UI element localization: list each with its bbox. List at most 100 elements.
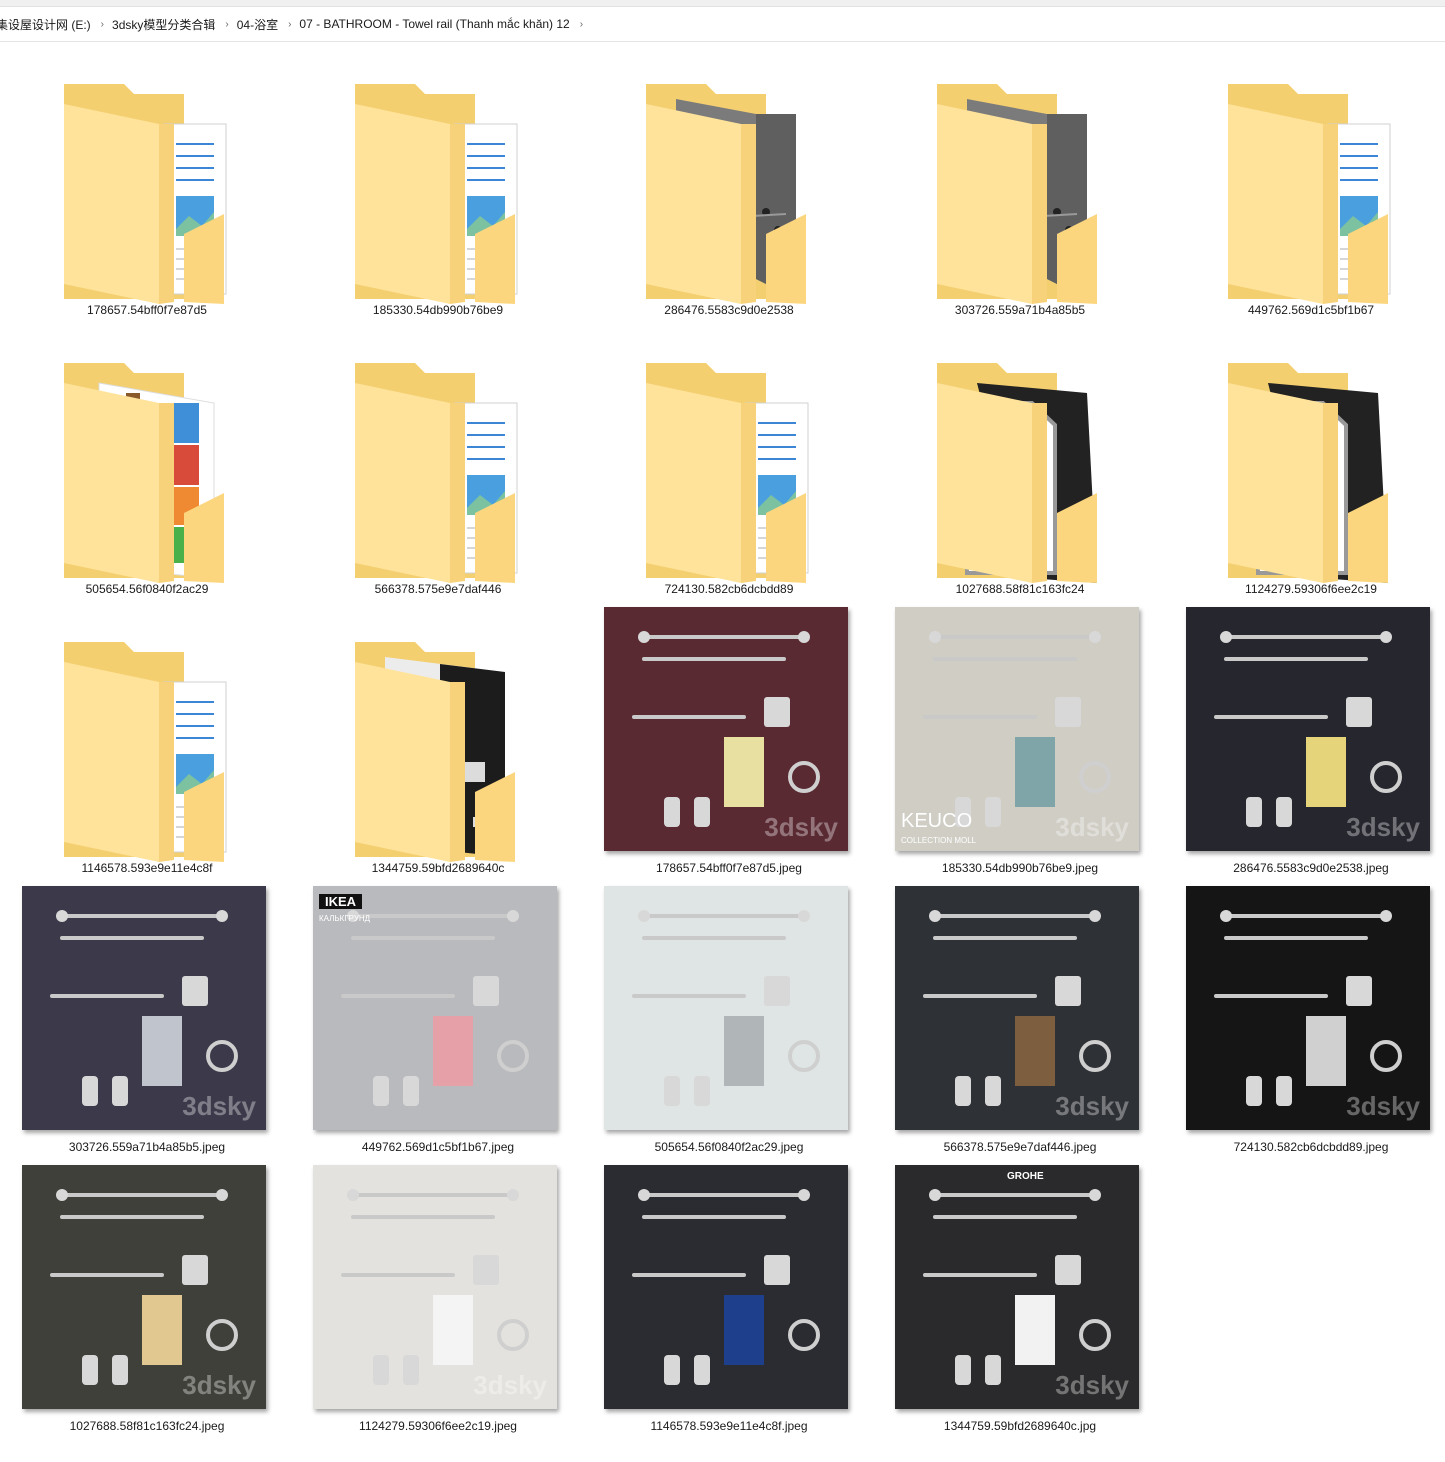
- image-thumbnail[interactable]: [584, 1160, 874, 1415]
- image-file-item[interactable]: 3dsky 178657.54bff0f7e87d5.jpeg: [584, 602, 874, 881]
- folder-icon[interactable]: [1166, 323, 1445, 583]
- thumbnail-photo: 3dsky: [1186, 886, 1430, 1130]
- folder-item[interactable]: 185330.54db990b76be9: [293, 44, 583, 323]
- chevron-right-icon[interactable]: ›: [284, 19, 299, 30]
- folder-icon[interactable]: [1166, 44, 1445, 304]
- image-file-item[interactable]: 3dsky 1027688.58f81c163fc24.jpeg: [2, 1160, 292, 1439]
- file-name-label[interactable]: 505654.56f0840f2ac29: [2, 581, 292, 597]
- folder-item[interactable]: 1344759.59bfd2689640c: [293, 602, 583, 881]
- file-name-label[interactable]: 1344759.59bfd2689640c: [293, 860, 583, 876]
- folder-item[interactable]: 566378.575e9e7daf446: [293, 323, 583, 602]
- folder-preview-archive: [64, 363, 234, 588]
- image-file-item[interactable]: 3dsky 724130.582cb6dcbdd89.jpeg: [1166, 881, 1445, 1160]
- image-file-item[interactable]: IKEA КАЛЬКГРУНД 449762.569d1c5bf1b67.jpeg: [293, 881, 583, 1160]
- folder-item[interactable]: 1124279.59306f6ee2c19: [1166, 323, 1445, 602]
- image-file-item[interactable]: 3dsky 566378.575e9e7daf446.jpeg: [875, 881, 1165, 1160]
- folder-icon[interactable]: [2, 323, 292, 583]
- thumbnail-photo: [604, 886, 848, 1130]
- folder-item[interactable]: 286476.5583c9d0e2538: [584, 44, 874, 323]
- image-thumbnail[interactable]: IKEA КАЛЬКГРУНД: [293, 881, 583, 1136]
- watermark-logo: 3dsky: [1055, 812, 1129, 842]
- breadcrumb-bathroom[interactable]: 04-浴室: [237, 16, 284, 33]
- thumbnail-photo: [604, 1165, 848, 1409]
- file-name-label[interactable]: 185330.54db990b76be9: [293, 302, 583, 318]
- folder-preview-document: [1228, 84, 1398, 309]
- file-name-label[interactable]: 566378.575e9e7daf446.jpeg: [875, 1139, 1165, 1155]
- file-name-label[interactable]: 303726.559a71b4a85b5: [875, 302, 1165, 318]
- breadcrumb-current-folder[interactable]: 07 - BATHROOM - Towel rail (Thanh mắc kh…: [299, 17, 575, 31]
- file-name-label[interactable]: 1344759.59bfd2689640c.jpg: [875, 1418, 1165, 1434]
- file-name-label[interactable]: 1146578.593e9e11e4c8f.jpeg: [584, 1418, 874, 1434]
- image-thumbnail[interactable]: 3dsky: [875, 881, 1165, 1136]
- image-file-item[interactable]: KEUCO COLLECTION MOLL 3dsky 185330.54db990b…: [875, 602, 1165, 881]
- image-file-item[interactable]: 1146578.593e9e11e4c8f.jpeg: [584, 1160, 874, 1439]
- breadcrumb-collection[interactable]: 3dsky模型分类合辑: [112, 16, 221, 33]
- folder-preview-3d-file: [937, 363, 1107, 588]
- thumbnail-photo: 3dsky: [22, 1165, 266, 1409]
- folder-item[interactable]: 724130.582cb6dcbdd89: [584, 323, 874, 602]
- folder-icon[interactable]: [2, 44, 292, 304]
- file-name-label[interactable]: 724130.582cb6dcbdd89.jpeg: [1166, 1139, 1445, 1155]
- file-name-label[interactable]: 286476.5583c9d0e2538.jpeg: [1166, 860, 1445, 876]
- image-thumbnail[interactable]: GROHE 3dsky: [875, 1160, 1165, 1415]
- file-name-label[interactable]: 178657.54bff0f7e87d5.jpeg: [584, 860, 874, 876]
- watermark-logo: 3dsky: [182, 1091, 256, 1121]
- folder-item[interactable]: 505654.56f0840f2ac29: [2, 323, 292, 602]
- file-name-label[interactable]: 724130.582cb6dcbdd89: [584, 581, 874, 597]
- file-name-label[interactable]: 286476.5583c9d0e2538: [584, 302, 874, 318]
- folder-icon[interactable]: [2, 602, 292, 862]
- image-thumbnail[interactable]: 3dsky: [2, 881, 292, 1136]
- folder-item[interactable]: 1146578.593e9e11e4c8f: [2, 602, 292, 881]
- image-thumbnail[interactable]: 3dsky: [293, 1160, 583, 1415]
- image-file-item[interactable]: 505654.56f0840f2ac29.jpeg: [584, 881, 874, 1160]
- folder-item[interactable]: 449762.569d1c5bf1b67: [1166, 44, 1445, 323]
- folder-icon[interactable]: [584, 44, 874, 304]
- thumbnail-photo: 3dsky: [313, 1165, 557, 1409]
- file-name-label[interactable]: 1124279.59306f6ee2c19: [1166, 581, 1445, 597]
- chevron-right-icon[interactable]: ›: [97, 19, 112, 30]
- image-thumbnail[interactable]: 3dsky: [1166, 602, 1445, 857]
- file-name-label[interactable]: 1146578.593e9e11e4c8f: [2, 860, 292, 876]
- folder-icon[interactable]: [584, 323, 874, 583]
- folder-item[interactable]: 1027688.58f81c163fc24: [875, 323, 1165, 602]
- file-name-label[interactable]: 303726.559a71b4a85b5.jpeg: [2, 1139, 292, 1155]
- image-thumbnail[interactable]: 3dsky: [1166, 881, 1445, 1136]
- brand-logo: GROHE: [1007, 1171, 1044, 1182]
- file-name-label[interactable]: 505654.56f0840f2ac29.jpeg: [584, 1139, 874, 1155]
- folder-item[interactable]: 178657.54bff0f7e87d5: [2, 44, 292, 323]
- watermark-logo: 3dsky: [764, 812, 838, 842]
- image-thumbnail[interactable]: [584, 881, 874, 1136]
- folder-preview-document: [646, 363, 816, 588]
- folder-icon[interactable]: [293, 323, 583, 583]
- brand-subtitle: КАЛЬКГРУНД: [319, 914, 371, 923]
- file-name-label[interactable]: 449762.569d1c5bf1b67: [1166, 302, 1445, 318]
- chevron-right-icon[interactable]: ›: [221, 19, 236, 30]
- breadcrumb-drive[interactable]: 集设屋设计网 (E:): [0, 16, 97, 33]
- image-file-item[interactable]: 3dsky 286476.5583c9d0e2538.jpeg: [1166, 602, 1445, 881]
- folder-preview-document: [64, 642, 234, 867]
- thumbnail-photo: KEUCO COLLECTION MOLL 3dsky: [895, 607, 1139, 851]
- image-thumbnail[interactable]: 3dsky: [2, 1160, 292, 1415]
- chevron-right-icon[interactable]: ›: [576, 19, 591, 30]
- folder-icon[interactable]: [293, 44, 583, 304]
- address-breadcrumb[interactable]: 集设屋设计网 (E:) › 3dsky模型分类合辑 › 04-浴室 › 07 -…: [0, 7, 1445, 42]
- file-name-label[interactable]: 1124279.59306f6ee2c19.jpeg: [293, 1418, 583, 1434]
- thumbnail-photo: 3dsky: [1186, 607, 1430, 851]
- folder-icon[interactable]: [293, 602, 583, 862]
- file-name-label[interactable]: 185330.54db990b76be9.jpeg: [875, 860, 1165, 876]
- file-name-label[interactable]: 449762.569d1c5bf1b67.jpeg: [293, 1139, 583, 1155]
- file-name-label[interactable]: 566378.575e9e7daf446: [293, 581, 583, 597]
- image-file-item[interactable]: 3dsky 303726.559a71b4a85b5.jpeg: [2, 881, 292, 1160]
- watermark-logo: 3dsky: [182, 1370, 256, 1400]
- folder-icon[interactable]: [875, 323, 1165, 583]
- image-thumbnail[interactable]: KEUCO COLLECTION MOLL 3dsky: [875, 602, 1165, 857]
- folder-item[interactable]: 303726.559a71b4a85b5: [875, 44, 1165, 323]
- file-name-label[interactable]: 178657.54bff0f7e87d5: [2, 302, 292, 318]
- image-thumbnail[interactable]: 3dsky: [584, 602, 874, 857]
- folder-preview-gray-render: [937, 84, 1107, 309]
- image-file-item[interactable]: GROHE 3dsky 1344759.59bfd2689640c.jpg: [875, 1160, 1165, 1439]
- folder-icon[interactable]: [875, 44, 1165, 304]
- image-file-item[interactable]: 3dsky 1124279.59306f6ee2c19.jpeg: [293, 1160, 583, 1439]
- file-name-label[interactable]: 1027688.58f81c163fc24.jpeg: [2, 1418, 292, 1434]
- file-name-label[interactable]: 1027688.58f81c163fc24: [875, 581, 1165, 597]
